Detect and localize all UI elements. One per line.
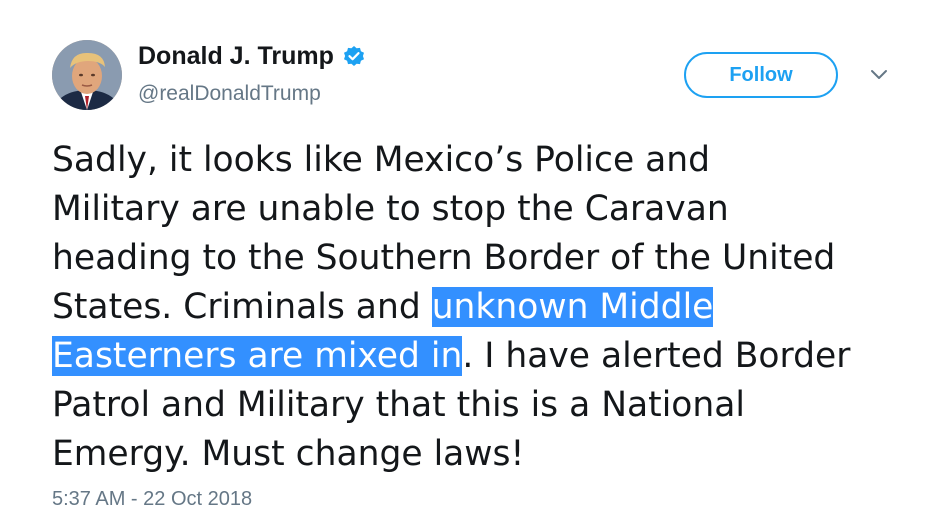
- tweet-line: States. Criminals and unknown Middle: [52, 283, 902, 332]
- tweet-text-segment: . I have alerted Border: [462, 336, 851, 376]
- author-name-row: Donald J. Trump: [138, 42, 366, 71]
- chevron-down-icon[interactable]: [868, 66, 890, 84]
- avatar[interactable]: [52, 40, 122, 110]
- tweet-line: Patrol and Military that this is a Natio…: [52, 381, 902, 430]
- tweet-text-segment: Patrol and Military that this is a Natio…: [52, 385, 745, 425]
- tweet-line: Military are unable to stop the Caravan: [52, 185, 902, 234]
- tweet-line: Sadly, it looks like Mexico’s Police and: [52, 136, 902, 185]
- tweet-timestamp[interactable]: 5:37 AM - 22 Oct 2018: [52, 488, 252, 511]
- tweet-text-segment: States. Criminals and: [52, 287, 432, 327]
- selected-text: Easterners are mixed in: [52, 336, 463, 376]
- tweet-line: Emergy. Must change laws!: [52, 430, 902, 479]
- author-handle[interactable]: @realDonaldTrump: [138, 82, 321, 106]
- tweet-line: heading to the Southern Border of the Un…: [52, 234, 902, 283]
- tweet-text-segment: heading to the Southern Border of the Un…: [52, 238, 836, 278]
- tweet-text-segment: Sadly, it looks like Mexico’s Police and: [52, 140, 711, 180]
- follow-button[interactable]: Follow: [684, 52, 838, 98]
- verified-badge-icon: [342, 45, 366, 69]
- tweet-text-segment: Military are unable to stop the Caravan: [52, 189, 729, 229]
- tweet-text-segment: Emergy. Must change laws!: [52, 434, 525, 474]
- selected-text: unknown Middle: [431, 287, 714, 327]
- profile-photo-icon: [52, 40, 122, 110]
- author-display-name[interactable]: Donald J. Trump: [138, 42, 334, 71]
- tweet-line: Easterners are mixed in. I have alerted …: [52, 332, 902, 381]
- tweet-text: Sadly, it looks like Mexico’s Police and…: [52, 136, 902, 479]
